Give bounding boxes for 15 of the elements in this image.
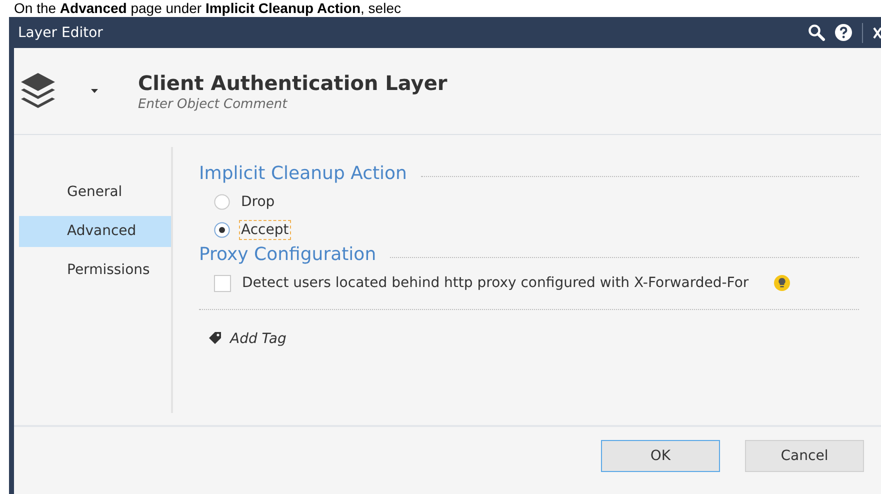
- window-title: Layer Editor: [18, 24, 103, 40]
- option-label: Accept: [239, 220, 291, 240]
- option-label: Drop: [240, 193, 276, 212]
- dialog-button[interactable]: OK: [601, 440, 720, 472]
- layer-name: Client Authentication Layer: [138, 70, 448, 94]
- sidebar-item[interactable]: General: [19, 177, 171, 208]
- option-label: Detect users located behind http proxy configured with X-Forwarded-For: [241, 274, 750, 293]
- add-tag-link[interactable]: Add Tag: [199, 330, 286, 346]
- sidebar-item[interactable]: Permissions: [19, 255, 171, 286]
- section-title: Proxy Configuration: [199, 244, 376, 265]
- section-title: Implicit Cleanup Action: [199, 163, 407, 184]
- document-text: On the Advanced page under Implicit Cleanup Action, selec: [13, 0, 402, 17]
- comment-field[interactable]: Enter Object Comment: [138, 94, 338, 112]
- dialog-button[interactable]: Cancel: [745, 440, 864, 472]
- sidebar-item[interactable]: Advanced: [19, 216, 171, 247]
